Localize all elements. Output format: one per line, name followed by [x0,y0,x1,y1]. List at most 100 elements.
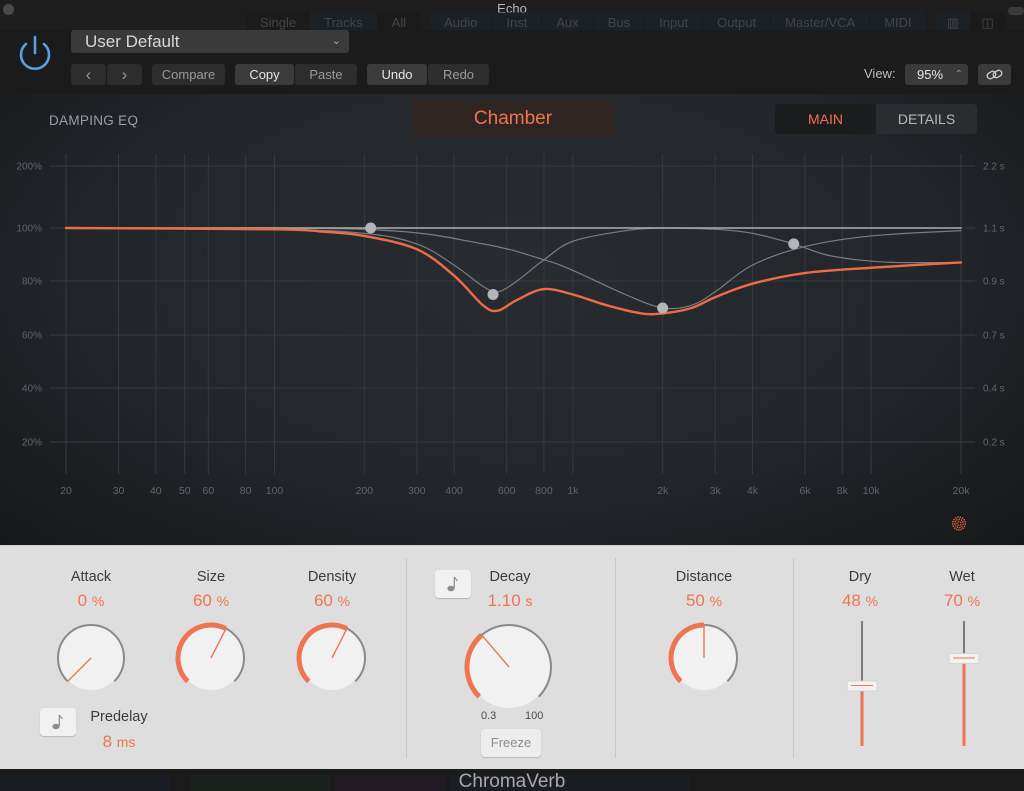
attack-label: Attack [70,569,112,585]
decay-min-label: 0.3 [481,710,497,722]
dry-value: 48 [841,591,861,610]
eq-curve-band-2-curve [65,227,962,310]
eq-band-handle-band-1[interactable] [487,289,499,300]
predelay-value-readout[interactable]: 8 ms [59,732,179,752]
particle-dot [963,525,966,528]
power-icon[interactable] [14,33,56,75]
particle-dot [956,522,958,524]
size-value-readout: 60 % [151,591,271,611]
x-tick-label: 3k [710,485,722,497]
copy-button[interactable]: Copy [235,64,294,85]
density-label: Density [307,569,357,585]
wet-label: Wet [949,569,975,585]
size-knob[interactable] [175,622,247,694]
particle-dot [957,516,959,518]
paste-button[interactable]: Paste [295,64,357,85]
y-right-tick-label: 0.2 s [983,438,1005,449]
particle-dot [955,528,958,531]
size-unit: % [216,593,230,609]
decay-label: Decay [489,569,531,585]
distance-knob[interactable] [668,622,740,694]
x-tick-label: 600 [498,485,516,497]
dry-fader[interactable] [845,618,879,750]
view-zoom-select[interactable]: 95% ⌃ [905,64,968,85]
particle-dot [964,521,966,523]
distance-label: Distance [675,569,733,585]
redo-button[interactable]: Redo [428,64,489,85]
predelay-value: 8 [102,732,113,751]
y-right-tick-label: 0.9 s [983,277,1005,288]
particle-dot [956,519,958,521]
visualizer-button[interactable] [941,509,977,538]
size-label: Size [196,569,226,585]
distance-value: 50 [685,591,705,610]
eq-curve-band-1-curve [65,227,962,293]
density-unit: % [337,593,351,609]
particle-dot [961,525,963,528]
view-tabs: MAIN DETAILS [775,104,977,134]
particle-dot [964,523,967,525]
undo-button[interactable]: Undo [367,64,427,85]
eq-band-handle-low-shelf[interactable] [365,222,377,234]
particle-dot [959,516,962,518]
damping-eq-area: 20 30 40 50 60 80 100 200 300 400 600 800 1k 2k 3k 4k 6k… [0,94,1024,545]
x-tick-label: 40 [150,485,162,497]
tab-main[interactable]: MAIN [775,104,876,134]
controls-panel: Attack 0 % Size 60 % Density 60 % Predel… [0,545,1024,769]
x-tick-label: 20k [953,485,971,497]
previous-preset-button[interactable]: ‹ [71,64,106,85]
particle-dot [962,521,964,523]
density-value: 60 [313,591,333,610]
next-preset-button[interactable]: › [107,64,142,85]
window-resize-handle[interactable] [1008,7,1024,15]
x-tick-label: 80 [240,485,252,497]
particle-dot [953,518,955,521]
y-left-tick-label: 100% [16,224,42,235]
particle-dot [952,525,954,527]
eq-band-handle-high-shelf[interactable] [788,238,800,250]
x-tick-label: 200 [356,485,374,497]
particle-dot [954,523,956,525]
eq-curve-combined [64,226,963,316]
distance-value-readout: 50 % [644,591,764,611]
particle-dot [952,520,954,523]
particle-dot [958,518,960,521]
particle-dot [960,519,963,521]
freeze-button[interactable]: Freeze [481,729,541,757]
decay-knob[interactable] [462,620,556,714]
particle-dot [954,520,956,523]
view-zoom-value: 95% [917,67,944,82]
preset-dropdown[interactable]: User Default ⌄ [71,30,349,53]
attack-unit: % [91,593,105,609]
x-tick-label: 8k [837,485,849,497]
particle-dot [951,523,954,525]
particle-dot [954,525,957,527]
decay-unit: s [525,593,533,609]
size-value: 60 [192,591,212,610]
wet-value-readout: 70 % [902,591,1022,611]
tab-details[interactable]: DETAILS [876,104,977,134]
distance-unit: % [709,593,723,609]
link-icon [986,69,1003,80]
damping-eq-graph[interactable]: 20 30 40 50 60 80 100 200 300 400 600 800 1k 2k 3k 4k 6k… [0,94,1024,545]
eq-band-handle-band-2[interactable] [657,302,669,314]
wet-fader[interactable] [947,618,981,750]
particle-dot [959,526,961,529]
y-left-tick-label: 60% [22,331,42,342]
wet-value: 70 [943,591,963,610]
predelay-unit: ms [116,734,136,750]
y-left-tick-label: 80% [22,277,42,288]
room-type-selector[interactable]: Chamber [412,100,614,138]
attack-knob[interactable] [55,622,127,694]
decay-value: 1.10 [487,591,521,610]
particle-dot [963,519,965,521]
density-knob[interactable] [296,622,368,694]
compare-button[interactable]: Compare [152,64,225,85]
section-divider [615,558,616,758]
link-button[interactable] [978,64,1011,85]
particle-dot [962,523,964,526]
x-tick-label: 50 [179,485,191,497]
attack-value-readout: 0 % [31,591,151,611]
particle-dot [955,517,957,519]
x-tick-label: 1k [567,485,579,497]
